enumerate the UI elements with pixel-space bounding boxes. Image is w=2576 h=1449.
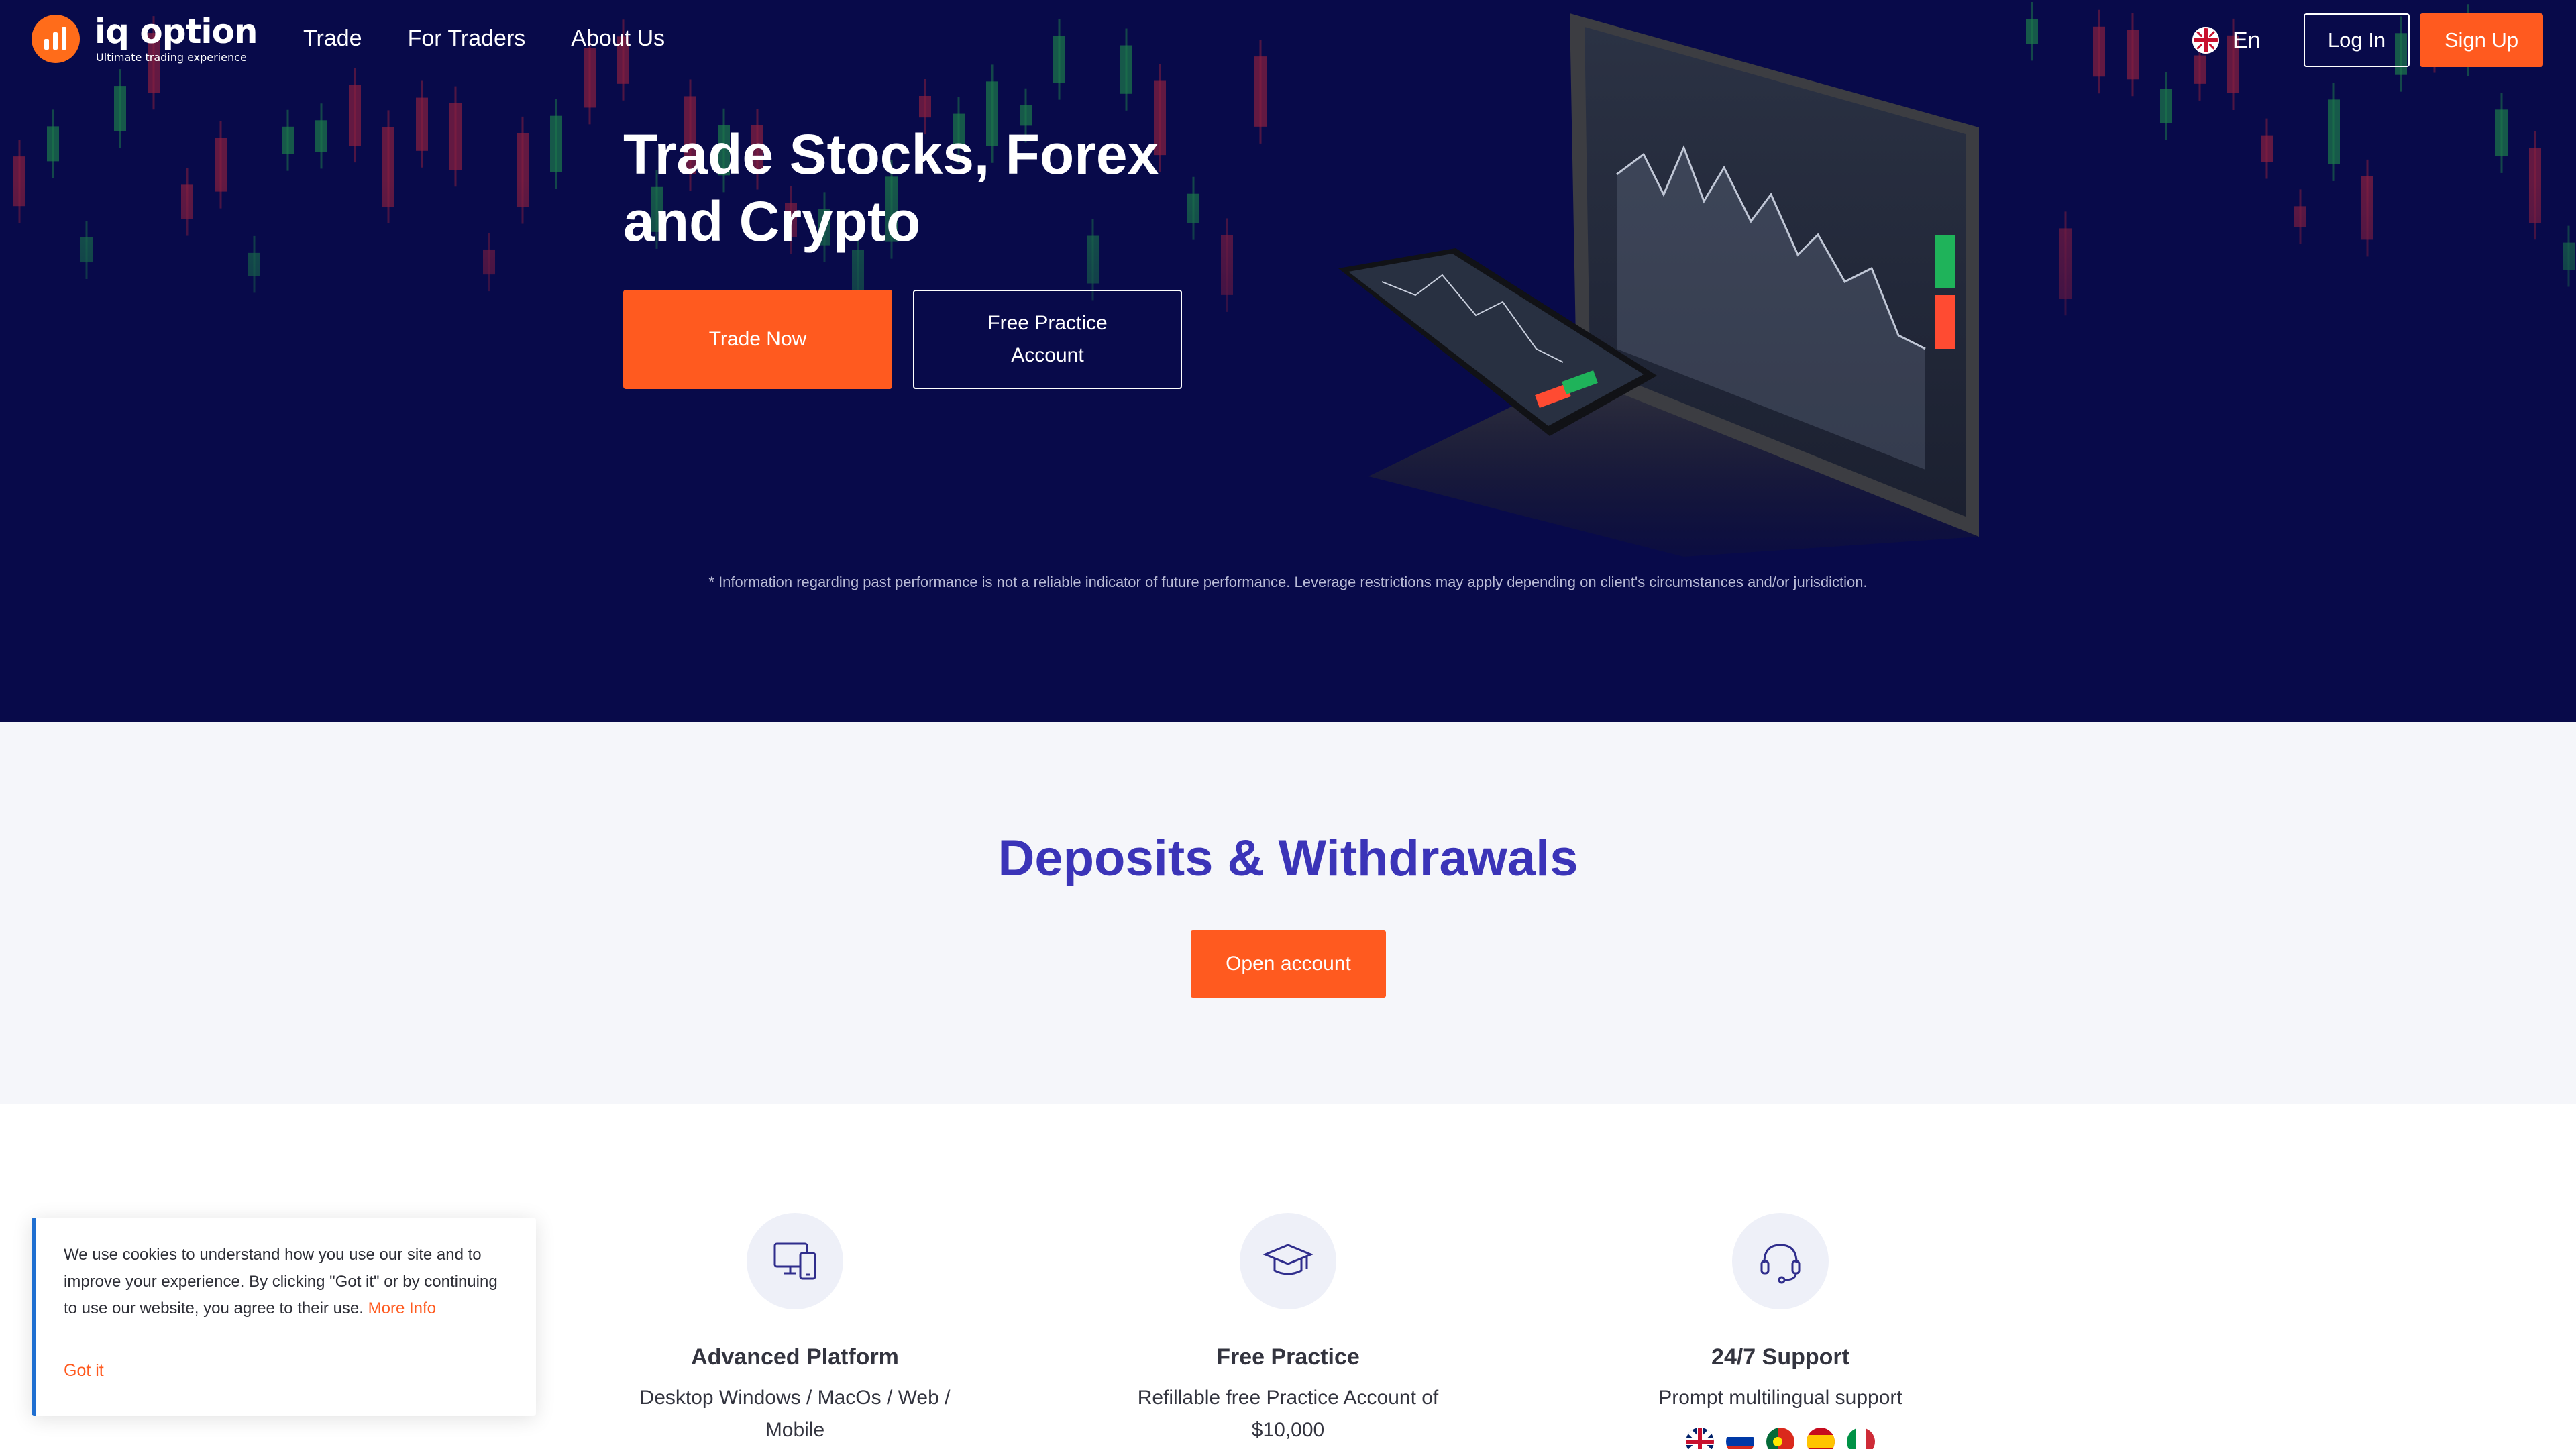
- hero-section: iq option Ultimate trading experience Tr…: [0, 0, 2576, 722]
- headset-icon: [1732, 1213, 1829, 1309]
- uk-flag-icon: [1686, 1428, 1714, 1449]
- logo-wordmark: iq option: [95, 12, 258, 51]
- more-info-link[interactable]: More Info: [368, 1299, 436, 1318]
- trade-now-button[interactable]: Trade Now: [623, 290, 892, 389]
- deposits-title: Deposits & Withdrawals: [998, 830, 1578, 887]
- cookie-banner: We use cookies to understand how you use…: [32, 1218, 536, 1416]
- uk-flag-icon: [2192, 27, 2219, 54]
- portugal-flag-icon: [1766, 1428, 1794, 1449]
- nav-item-trade[interactable]: Trade: [303, 25, 362, 52]
- spain-flag-icon: [1807, 1428, 1835, 1449]
- signup-button[interactable]: Sign Up: [2420, 13, 2543, 67]
- logo-bars-icon: [32, 15, 80, 63]
- open-account-button[interactable]: Open account: [1191, 930, 1386, 998]
- graduation-cap-icon: [1240, 1213, 1336, 1309]
- nav-item-about-us[interactable]: About Us: [571, 25, 665, 52]
- hero-title: Trade Stocks, Forex and Crypto: [623, 123, 1159, 253]
- performance-disclaimer: * Information regarding past performance…: [708, 574, 1868, 590]
- feature-title: Free Practice: [1216, 1344, 1360, 1370]
- deposits-section: Deposits & Withdrawals Open account: [0, 722, 2576, 1104]
- nav-item-for-traders[interactable]: For Traders: [408, 25, 526, 52]
- feature-title: Advanced Platform: [691, 1344, 899, 1370]
- free-practice-account-button[interactable]: Free Practice Account: [913, 290, 1182, 389]
- russia-flag-icon: [1726, 1428, 1754, 1449]
- logo[interactable]: iq option Ultimate trading experience: [32, 12, 258, 67]
- italy-flag-icon: [1847, 1428, 1875, 1449]
- login-button[interactable]: Log In: [2304, 13, 2410, 67]
- logo-tagline: Ultimate trading experience: [96, 51, 247, 64]
- feature-description: Prompt multilingual support: [1658, 1387, 1902, 1409]
- got-it-button[interactable]: Got it: [64, 1361, 104, 1381]
- main-nav: Trade For Traders About Us: [303, 25, 665, 52]
- language-selector[interactable]: En: [2192, 24, 2266, 56]
- support-language-flags: [1593, 1428, 1968, 1449]
- feature-title: 24/7 Support: [1711, 1344, 1849, 1370]
- language-label: En: [2233, 27, 2261, 53]
- feature-description: Refillable free Practice Account of $10,…: [1137, 1387, 1439, 1441]
- devices-icon: [747, 1213, 843, 1309]
- devices-illustration: [1338, 13, 1979, 557]
- feature-description: Desktop Windows / MacOs / Web / Mobile: [639, 1387, 951, 1441]
- cookie-text: We use cookies to understand how you use…: [64, 1242, 506, 1322]
